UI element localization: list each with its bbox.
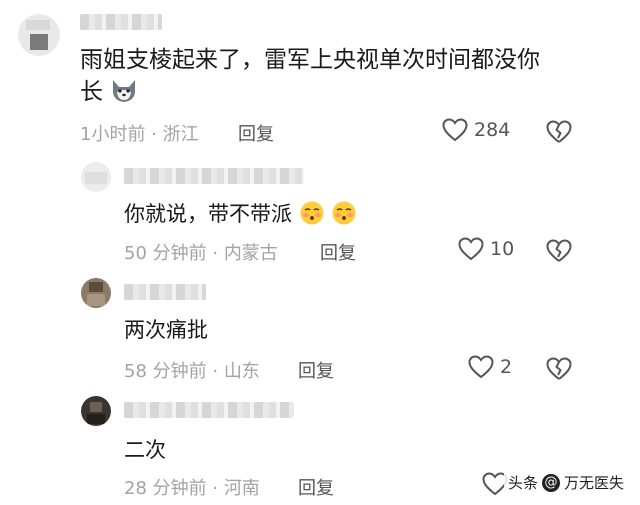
comment-text-content: 二次	[124, 438, 166, 462]
comment-time: 1小时前	[80, 124, 146, 145]
at-icon: @	[541, 473, 560, 492]
reply-button[interactable]: 回复	[298, 474, 334, 500]
comment-text-content: 两次痛批	[124, 318, 208, 342]
avatar[interactable]	[81, 396, 111, 426]
reply-button[interactable]: 回复	[298, 357, 334, 383]
comment-time: 50 分钟前	[124, 243, 207, 264]
comment-text-line2: 长	[80, 79, 103, 106]
dislike-button[interactable]	[546, 120, 572, 144]
watermark-author: 万无医失	[563, 474, 624, 492]
like-button[interactable]: 284	[442, 118, 510, 142]
dislike-button[interactable]	[546, 239, 572, 263]
comment-location: 浙江	[162, 124, 199, 145]
heart-icon	[458, 237, 484, 261]
comment-3: 两次痛批 58 分钟前 · 山东 回复 2	[0, 268, 640, 386]
avatar[interactable]	[18, 14, 60, 56]
comment-text: 二次	[124, 436, 166, 465]
meta-separator: ·	[206, 478, 224, 499]
comment-location: 山东	[223, 361, 260, 382]
comment-meta: 58 分钟前 · 山东	[124, 357, 260, 383]
username-blurred[interactable]	[124, 168, 304, 184]
username-blurred[interactable]	[124, 284, 206, 300]
flushed-face-emoji-icon	[331, 200, 357, 234]
meta-separator: ·	[206, 243, 224, 264]
avatar[interactable]	[81, 278, 111, 308]
like-button[interactable]: 2	[468, 355, 512, 379]
comment-meta: 1小时前 · 浙江	[80, 120, 199, 146]
like-count: 284	[474, 119, 511, 141]
like-button[interactable]: 10	[458, 237, 514, 261]
comment-1: 雨姐支棱起来了，雷军上央视单次时间都没你 长 1小时前 · 浙江 回复 284	[0, 0, 640, 150]
comment-meta: 28 分钟前 · 河南	[124, 474, 260, 500]
avatar[interactable]	[81, 162, 111, 192]
like-count: 10	[490, 238, 515, 260]
like-count: 2	[500, 356, 513, 378]
comment-location: 河南	[223, 478, 260, 499]
watermark: 头条 @ 万无医失	[503, 470, 628, 495]
broken-heart-icon	[546, 357, 572, 381]
comment-meta: 50 分钟前 · 内蒙古	[124, 239, 278, 265]
wolf-emoji-icon	[110, 78, 138, 113]
comment-text: 两次痛批	[124, 316, 208, 345]
reply-button[interactable]: 回复	[238, 120, 274, 146]
username-blurred[interactable]	[80, 14, 162, 30]
comment-2: 你就说，带不带派 50 分钟前 · 内蒙古 回复 10	[0, 150, 640, 268]
broken-heart-icon	[546, 239, 572, 263]
broken-heart-icon	[546, 120, 572, 144]
comment-text: 雨姐支棱起来了，雷军上央视单次时间都没你 长	[80, 44, 600, 113]
meta-separator: ·	[145, 124, 163, 145]
comment-location: 内蒙古	[223, 243, 278, 264]
comment-text-content: 你就说，带不带派	[124, 202, 292, 226]
meta-separator: ·	[206, 361, 224, 382]
heart-icon	[442, 118, 468, 142]
username-blurred[interactable]	[124, 402, 294, 418]
reply-button[interactable]: 回复	[320, 239, 356, 265]
comment-text: 你就说，带不带派	[124, 200, 357, 234]
comment-time: 58 分钟前	[124, 361, 207, 382]
comment-text-line1: 雨姐支棱起来了，雷军上央视单次时间都没你	[80, 47, 540, 73]
dislike-button[interactable]	[546, 357, 572, 381]
watermark-prefix: 头条	[507, 474, 538, 492]
heart-icon	[468, 355, 494, 379]
flushed-face-emoji-icon	[299, 200, 325, 234]
comment-time: 28 分钟前	[124, 478, 207, 499]
